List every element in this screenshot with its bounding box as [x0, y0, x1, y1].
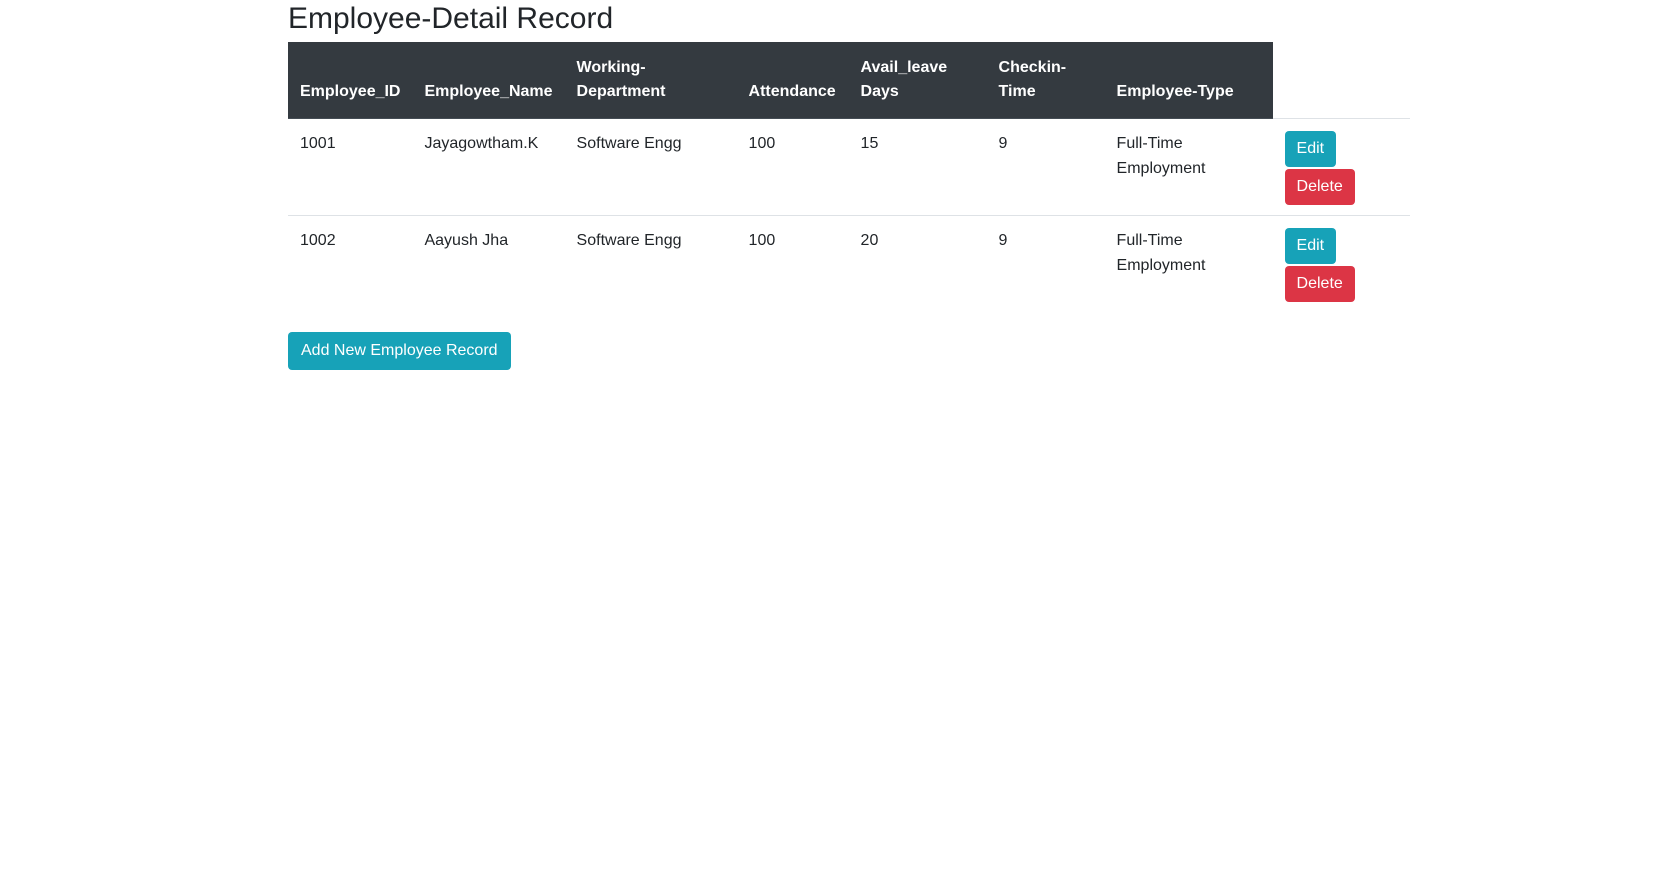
cell-employee-id: 1001 [288, 118, 413, 216]
table-body: 1001 Jayagowtham.K Software Engg 100 15 … [288, 118, 1410, 312]
table-header: Employee_ID Employee_Name Working- Depart… [288, 42, 1410, 119]
cell-employee-name: Jayagowtham.K [412, 118, 565, 216]
header-working-department: Working- Department [564, 42, 737, 119]
delete-button[interactable]: Delete [1284, 169, 1355, 205]
cell-department: Software Engg [564, 215, 737, 312]
cell-attendance: 100 [736, 215, 849, 312]
header-attendance: Attendance [736, 42, 849, 119]
header-row: Employee_ID Employee_Name Working- Depart… [288, 42, 1410, 119]
header-actions [1272, 42, 1410, 119]
cell-actions: Edit Delete [1272, 118, 1410, 216]
cell-leave-days: 15 [848, 118, 987, 216]
table-row: 1002 Aayush Jha Software Engg 100 20 9 F… [288, 215, 1410, 312]
cell-checkin: 9 [986, 215, 1105, 312]
main-container: Employee-Detail Record Employee_ID Emplo… [288, 0, 1410, 370]
header-employee-type: Employee-Type [1104, 42, 1273, 119]
cell-leave-days: 20 [848, 215, 987, 312]
edit-button[interactable]: Edit [1284, 228, 1337, 264]
header-employee-id: Employee_ID [288, 42, 413, 119]
edit-button[interactable]: Edit [1284, 131, 1337, 167]
header-avail-leave-days: Avail_leave Days [848, 42, 987, 119]
page-title: Employee-Detail Record [288, 2, 614, 35]
cell-attendance: 100 [736, 118, 849, 216]
header-checkin-time: Checkin- Time [986, 42, 1105, 119]
employee-table: Employee_ID Employee_Name Working- Depart… [288, 42, 1410, 312]
cell-employee-type: Full-Time Employment [1104, 118, 1273, 216]
add-employee-record-button[interactable]: Add New Employee Record [288, 332, 511, 370]
cell-employee-type: Full-Time Employment [1104, 215, 1273, 312]
delete-button[interactable]: Delete [1284, 266, 1355, 302]
cell-employee-id: 1002 [288, 215, 413, 312]
cell-actions: Edit Delete [1272, 215, 1410, 312]
cell-department: Software Engg [564, 118, 737, 216]
table-row: 1001 Jayagowtham.K Software Engg 100 15 … [288, 118, 1410, 216]
cell-checkin: 9 [986, 118, 1105, 216]
header-employee-name: Employee_Name [412, 42, 565, 119]
cell-employee-name: Aayush Jha [412, 215, 565, 312]
